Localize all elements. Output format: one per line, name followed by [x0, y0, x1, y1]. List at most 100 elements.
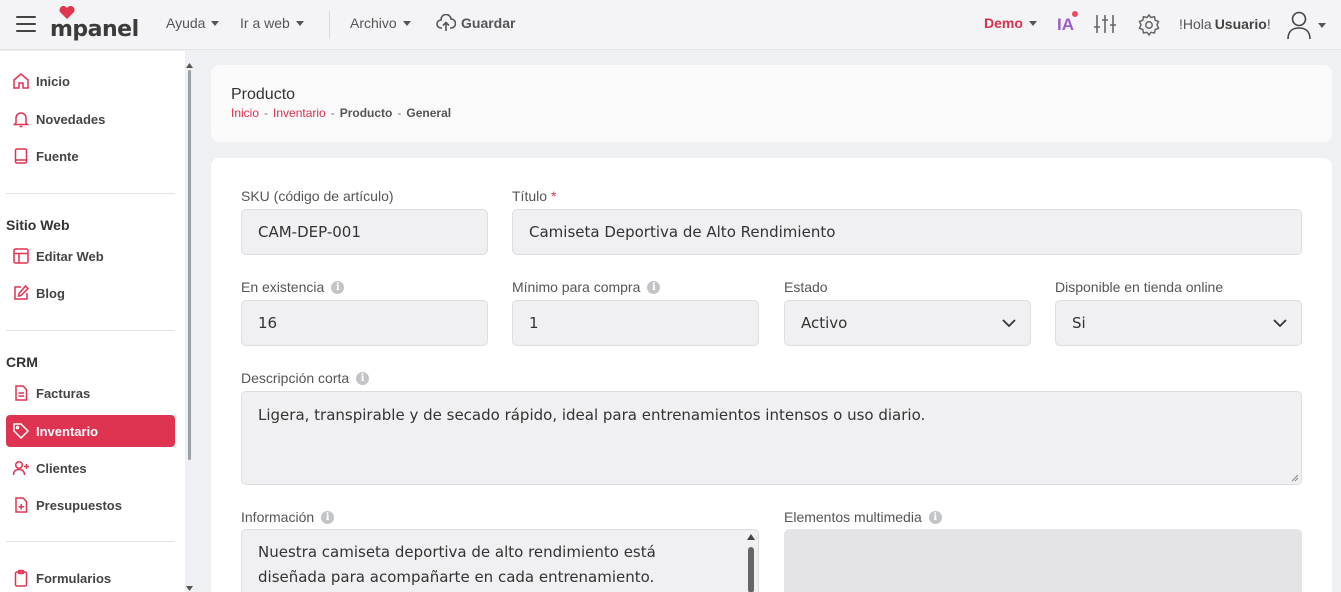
sidebar-item-novedades[interactable]: Novedades [6, 103, 175, 135]
multimedia-label: Elementos multimedia i [784, 509, 942, 525]
multimedia-dropzone[interactable] [784, 529, 1302, 592]
scroll-down-icon[interactable] [186, 586, 193, 592]
descripcion-value: Ligera, transpirable y de secado rápido,… [258, 406, 926, 424]
required-marker: * [551, 188, 557, 204]
menu-ayuda-label: Ayuda [166, 15, 206, 31]
edit-icon [14, 284, 30, 300]
sidebar-divider [6, 541, 175, 542]
info-icon[interactable]: i [928, 510, 942, 524]
existencia-field[interactable]: 16 [241, 300, 488, 346]
disponible-label: Disponible en tienda online [1055, 279, 1223, 295]
info-icon[interactable]: i [356, 371, 370, 385]
layout-icon [13, 248, 29, 264]
greeting-end: ! [1266, 16, 1271, 32]
minimo-label-text: Mínimo para compra [512, 279, 641, 295]
sidebar-item-label: Clientes [36, 460, 87, 476]
sku-label: SKU (código de artículo) [241, 188, 394, 204]
titulo-label-text: Título [512, 188, 548, 204]
sku-field[interactable]: CAM-DEP-001 [241, 209, 488, 255]
sidebar-item-label: Inventario [36, 423, 99, 439]
sidebar-item-editar-web[interactable]: Editar Web [6, 240, 175, 272]
informacion-line: Nuestra camiseta deportiva de alto rendi… [258, 543, 656, 561]
sidebar-item-label: Presupuestos [36, 497, 122, 513]
info-icon[interactable]: i [647, 280, 661, 294]
minimo-value: 1 [529, 314, 539, 332]
sidebar-divider [6, 193, 175, 194]
menu-ir-a-web[interactable]: Ir a web [240, 15, 304, 31]
breadcrumb-inventario[interactable]: Inventario [273, 106, 326, 120]
info-icon[interactable]: i [331, 280, 345, 294]
sliders-icon[interactable] [1093, 13, 1117, 35]
sidebar-item-label: Inicio [36, 73, 70, 89]
home-icon [13, 73, 29, 89]
page-title: Producto [231, 86, 296, 103]
menu-ayuda[interactable]: Ayuda [166, 15, 220, 31]
menu-archivo[interactable]: Archivo [350, 15, 411, 31]
sidebar-item-label: Novedades [36, 111, 106, 127]
descripcion-label: Descripción corta i [241, 370, 370, 386]
invoice-icon [15, 385, 28, 401]
scroll-up-icon[interactable] [747, 534, 755, 540]
minimo-label: Mínimo para compra i [512, 279, 661, 295]
info-icon[interactable]: i [321, 510, 335, 524]
breadcrumb-inicio[interactable]: Inicio [231, 106, 259, 120]
textarea-scroll-thumb[interactable] [748, 547, 754, 592]
informacion-label-text: Información [241, 509, 315, 525]
menu-toggle-icon[interactable] [16, 16, 36, 32]
descripcion-label-text: Descripción corta [241, 370, 350, 386]
disponible-value: Si [1072, 314, 1086, 332]
sidebar-section-crm: CRM [6, 354, 38, 370]
informacion-label: Información i [241, 509, 335, 525]
sku-value: CAM-DEP-001 [258, 223, 361, 241]
disponible-select[interactable]: Si [1055, 300, 1302, 346]
chevron-down-icon [295, 20, 304, 26]
sidebar-item-fuente[interactable]: Fuente [6, 140, 175, 172]
breadcrumb-separator: - [330, 106, 335, 120]
sidebar-item-clientes[interactable]: Clientes [6, 452, 175, 484]
sidebar-item-label: Editar Web [36, 248, 104, 264]
informacion-textarea[interactable]: Nuestra camiseta deportiva de alto rendi… [241, 529, 759, 592]
breadcrumb: Inicio - Inventario - Producto - General [231, 106, 451, 120]
multimedia-label-text: Elementos multimedia [784, 509, 922, 525]
sidebar-item-label: Formularios [36, 570, 112, 586]
estado-select[interactable]: Activo [784, 300, 1031, 346]
scroll-up-icon[interactable] [186, 63, 193, 69]
user-name: Usuario [1214, 16, 1267, 32]
sidebar-item-presupuestos[interactable]: Presupuestos [6, 489, 175, 521]
existencia-label-text: En existencia [241, 279, 325, 295]
sidebar-item-inventario[interactable]: Inventario [6, 415, 175, 447]
textarea-scrollbar[interactable] [744, 531, 758, 592]
tag-icon [13, 423, 30, 440]
informacion-line: diseñada para acompañarte en cada entren… [258, 568, 655, 586]
save-label: Guardar [461, 15, 516, 31]
estado-label: Estado [784, 279, 828, 295]
sidebar-item-label: Blog [36, 285, 65, 301]
logo[interactable]: mpanel [50, 6, 139, 44]
estado-value: Activo [801, 314, 848, 332]
account-selector[interactable]: Demo [984, 15, 1037, 31]
save-button[interactable]: Guardar [436, 14, 515, 32]
titulo-field[interactable]: Camiseta Deportiva de Alto Rendimiento [512, 209, 1302, 255]
greeting-text: !Hola [1179, 16, 1212, 32]
sidebar-item-formularios[interactable]: Formularios [6, 562, 175, 592]
user-menu[interactable] [1286, 10, 1326, 40]
sidebar-item-facturas[interactable]: Facturas [6, 377, 175, 409]
sidebar-item-label: Fuente [36, 148, 79, 164]
chevron-down-icon [1028, 20, 1037, 26]
file-plus-icon [15, 497, 28, 513]
minimo-field[interactable]: 1 [512, 300, 759, 346]
account-label: Demo [984, 15, 1023, 31]
chevron-down-icon [402, 20, 411, 26]
sidebar-item-inicio[interactable]: Inicio [6, 65, 175, 97]
sidebar-section-web: Sitio Web [6, 217, 70, 233]
chevron-down-icon [1273, 319, 1287, 327]
sidebar-scrollbar[interactable] [188, 70, 191, 460]
descripcion-textarea[interactable]: Ligera, transpirable y de secado rápido,… [241, 391, 1302, 485]
logo-text: mpanel [50, 16, 139, 42]
breadcrumb-producto: Producto [339, 106, 393, 120]
chevron-down-icon [1318, 22, 1326, 28]
resize-handle-icon[interactable] [1291, 474, 1299, 482]
divider [329, 11, 330, 39]
gear-icon[interactable] [1137, 13, 1161, 37]
sidebar-item-blog[interactable]: Blog [6, 277, 175, 309]
